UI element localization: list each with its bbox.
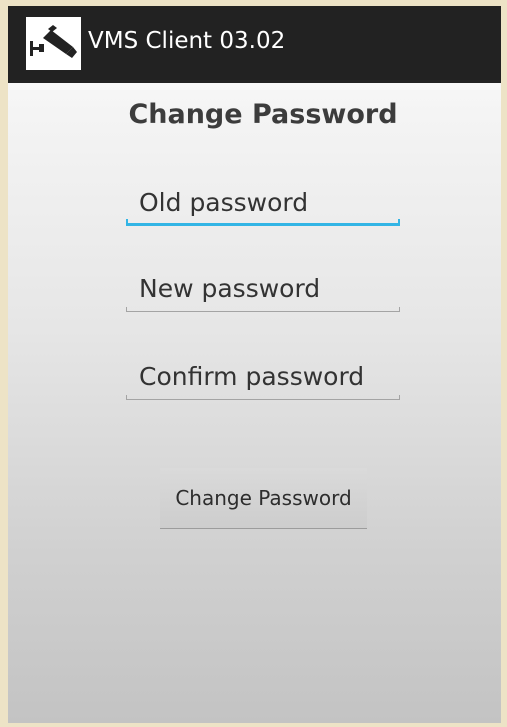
new-password-field[interactable]: New password	[126, 274, 400, 312]
action-bar: VMS Client 03.02	[8, 6, 501, 83]
field-underline-tick-right	[399, 395, 400, 400]
app-window: VMS Client 03.02 Change Password Old pas…	[8, 6, 501, 723]
field-underline-tick-right	[398, 219, 400, 226]
field-underline	[126, 399, 400, 400]
old-password-placeholder: Old password	[139, 188, 309, 217]
field-underline-tick-left	[126, 219, 128, 226]
security-camera-icon	[26, 17, 81, 70]
confirm-password-field[interactable]: Confirm password	[126, 362, 400, 400]
old-password-field[interactable]: Old password	[126, 188, 400, 226]
field-underline	[126, 311, 400, 312]
confirm-password-placeholder: Confirm password	[139, 362, 365, 391]
new-password-placeholder: New password	[139, 274, 321, 303]
app-title: VMS Client 03.02	[88, 28, 286, 54]
field-underline	[126, 223, 400, 226]
field-underline-tick-left	[126, 307, 127, 312]
page-title: Change Password	[128, 99, 398, 130]
change-password-button[interactable]: Change Password	[160, 468, 367, 529]
field-underline-tick-left	[126, 395, 127, 400]
field-underline-tick-right	[399, 307, 400, 312]
